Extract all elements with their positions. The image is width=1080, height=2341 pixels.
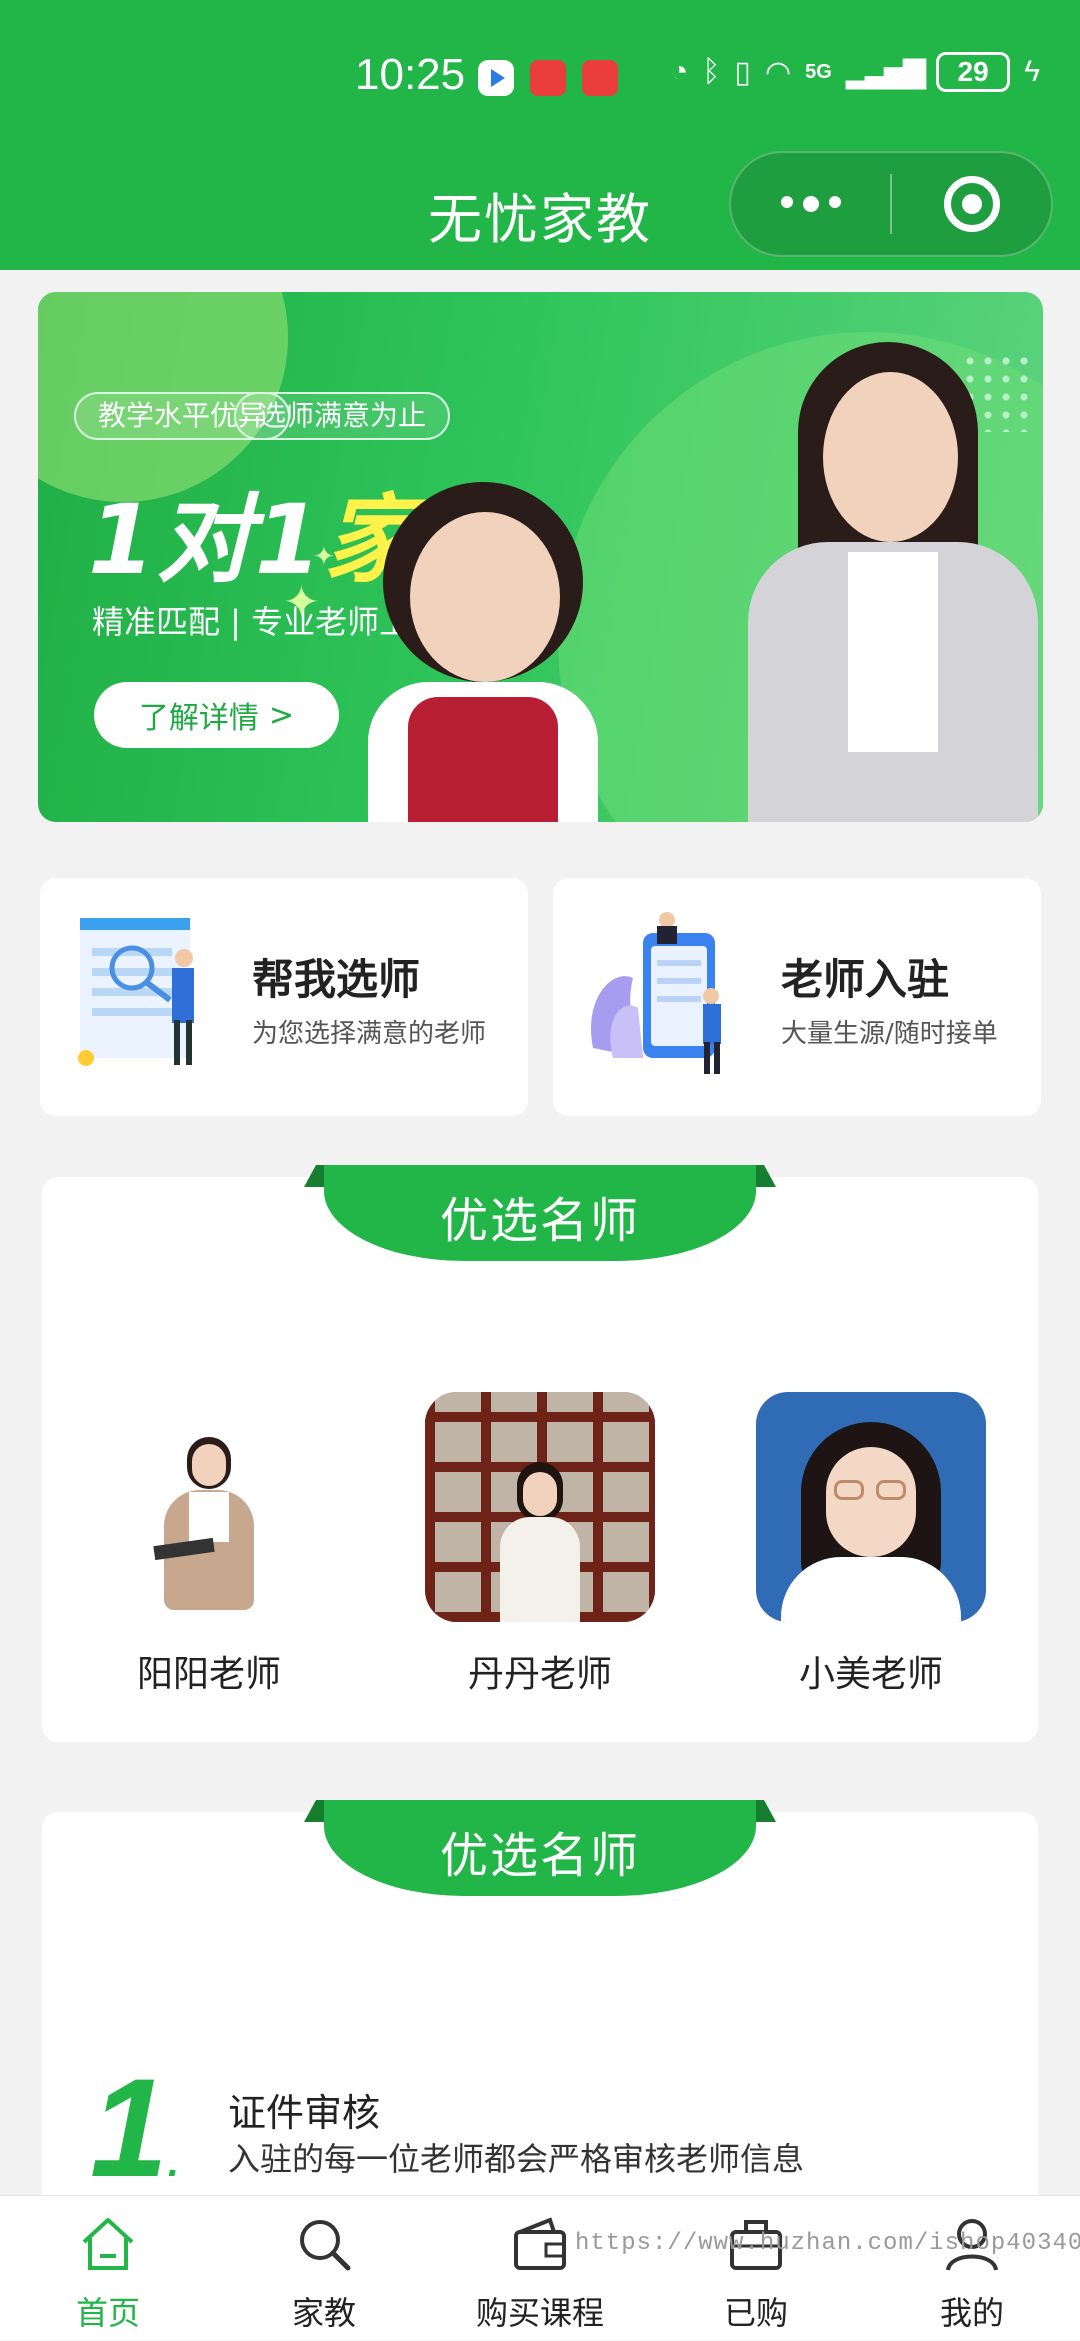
action-title: 老师入驻 [781, 955, 950, 1004]
huawei-store-icon [582, 60, 618, 96]
tab-bar: 首页 家教 购买课程 已购 我的 [0, 2195, 1080, 2340]
speed-icon: ◔ [670, 55, 689, 88]
watermark: https://www.huzhan.com/ishop40340 [575, 2230, 1080, 2257]
learn-more-button[interactable]: 了解详情 > [94, 682, 339, 748]
teacher-name: 丹丹老师 [467, 1654, 612, 1695]
teacher-join-card[interactable]: 老师入驻 大量生源/随时接单 [553, 878, 1041, 1116]
tab-label: 购买课程 [475, 2294, 604, 2332]
charging-icon: ϟ [1024, 55, 1040, 88]
help-choose-teacher-card[interactable]: 帮我选师 为您选择满意的老师 [40, 878, 528, 1116]
tab-mine[interactable]: 我的 [864, 2196, 1080, 2341]
battery-indicator: 29 [936, 52, 1011, 92]
step-title: 证件审核 [228, 2091, 381, 2135]
teacher-join-illustration [591, 912, 721, 1074]
teacher-avatar[interactable] [756, 1392, 986, 1622]
vibrate-icon: ▯ [734, 55, 751, 89]
search-icon [300, 2220, 351, 2271]
miniprogram-capsule [729, 151, 1053, 257]
wifi-icon: ◠ [764, 55, 792, 89]
banner-tag: 选师满意为止 [234, 392, 451, 440]
wallet-icon [514, 2217, 566, 2270]
tab-label: 首页 [75, 2294, 140, 2332]
section-title: 优选名师 [439, 1828, 640, 1884]
signal-icon: ▂▃▅▇ [845, 55, 926, 89]
bluetooth-icon: ᛒ [702, 55, 721, 88]
featured-teachers-section: 优选名师 阳阳老师 丹丹老师 小美老师 [42, 1165, 1038, 1742]
teacher-avatar[interactable] [425, 1392, 655, 1622]
tab-label: 我的 [939, 2294, 1004, 2332]
step-description: 入驻的每一位老师都会严格审核老师信息 [228, 2140, 805, 2178]
section-ribbon: 优选名师 [304, 1165, 776, 1261]
page-content: 教学水平优异 选师满意为止 1对1家教 精准匹配 | 专业老师上门辅导 了解详情… [0, 270, 1080, 2195]
tab-tutor[interactable]: 家教 [216, 2196, 432, 2341]
action-subtitle: 大量生源/随时接单 [781, 1019, 998, 1049]
home-icon [82, 2218, 134, 2270]
teacher-name: 小美老师 [798, 1654, 943, 1695]
teacher-avatar[interactable] [94, 1392, 324, 1622]
tab-home[interactable]: 首页 [0, 2196, 216, 2341]
section-title: 优选名师 [439, 1193, 640, 1249]
hero-banner[interactable]: 教学水平优异 选师满意为止 1对1家教 精准匹配 | 专业老师上门辅导 了解详情… [38, 292, 1043, 822]
process-section: 优选名师 1. 证件审核 入驻的每一位老师都会严格审核老师信息 [42, 1800, 1038, 2195]
teacher-name: 阳阳老师 [136, 1654, 281, 1695]
nav-bar: 无忧家教 [0, 145, 1080, 270]
target-icon [943, 176, 1000, 232]
student-photo [328, 482, 638, 822]
status-bar: 10:25 ◔ ᛒ ▯ ◠ 5G ▂▃▅▇ 29 ϟ [0, 0, 1080, 145]
tab-label: 已购 [723, 2294, 788, 2332]
more-button[interactable] [731, 196, 890, 212]
step-number: 1. [90, 2049, 179, 2195]
tab-buy-course[interactable]: 购买课程 [432, 2196, 648, 2341]
video-app-icon [478, 60, 514, 96]
action-subtitle: 为您选择满意的老师 [252, 1019, 487, 1049]
tab-purchased[interactable]: 已购 [648, 2196, 864, 2341]
close-miniprogram-button[interactable] [892, 176, 1051, 232]
network-type: 5G [805, 60, 832, 83]
action-title: 帮我选师 [252, 955, 421, 1004]
huawei-store-icon [530, 60, 566, 96]
sparkle-icon: ✦ [283, 577, 320, 628]
section-ribbon: 优选名师 [304, 1800, 776, 1896]
tab-label: 家教 [291, 2294, 356, 2332]
status-time: 10:25 [355, 50, 466, 99]
teacher-search-illustration [78, 918, 194, 1066]
teacher-photo [728, 342, 1043, 822]
status-indicators: ◔ ᛒ ▯ ◠ 5G ▂▃▅▇ 29 ϟ [670, 52, 1040, 92]
